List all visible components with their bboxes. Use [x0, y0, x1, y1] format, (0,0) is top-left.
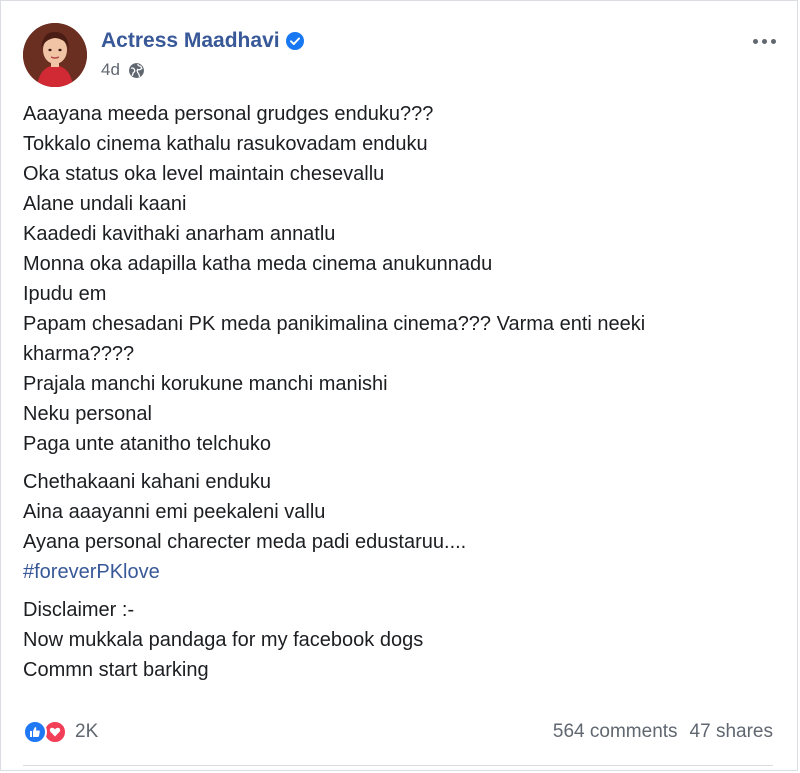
footer-divider	[23, 765, 773, 766]
post-line: Kaadedi kavithaki anarham annatlu	[23, 223, 336, 245]
post-line: Prajala manchi korukune manchi manishi	[23, 373, 388, 395]
post-meta: 4d	[101, 60, 145, 80]
more-options-icon[interactable]	[749, 31, 779, 51]
post-line: kharma????	[23, 343, 135, 365]
post-line: Neku personal	[23, 403, 152, 425]
post-footer: 2K 564 comments 47 shares	[23, 715, 773, 749]
facebook-post: Actress Maadhavi 4d Aaayana meeda person…	[0, 0, 798, 771]
post-line: Alane undali kaani	[23, 193, 187, 215]
shares-count-link[interactable]: 47 shares	[690, 721, 773, 743]
avatar[interactable]	[23, 23, 87, 87]
post-paragraph-3: Disclaimer :- Now mukkala pandaga for my…	[23, 595, 777, 685]
reaction-count: 2K	[75, 721, 99, 742]
post-line: Ayana personal charecter meda padi edust…	[23, 531, 467, 553]
post-line: Paga unte atanitho telchuko	[23, 433, 271, 455]
comments-count-link[interactable]: 564 comments	[553, 721, 678, 743]
author-row: Actress Maadhavi	[101, 29, 304, 53]
post-line: Monna oka adapilla katha meda cinema anu…	[23, 253, 493, 275]
author-name[interactable]: Actress Maadhavi	[101, 29, 280, 53]
post-paragraph-1: Aaayana meeda personal grudges enduku???…	[23, 99, 777, 459]
post-line: Papam chesadani PK meda panikimalina cin…	[23, 313, 646, 335]
post-header: Actress Maadhavi 4d	[23, 23, 797, 87]
post-line: Now mukkala pandaga for my facebook dogs	[23, 629, 424, 651]
post-line: Oka status oka level maintain chesevallu	[23, 163, 385, 185]
post-timestamp[interactable]: 4d	[101, 60, 120, 80]
hashtag-link[interactable]: #foreverPKlove	[23, 557, 777, 587]
post-line: Commn start barking	[23, 659, 209, 681]
post-line: Tokkalo cinema kathalu rasukovadam enduk…	[23, 133, 428, 155]
globe-icon	[128, 62, 144, 78]
post-line: Disclaimer :-	[23, 599, 135, 621]
post-line: Aina aaayanni emi peekaleni vallu	[23, 501, 326, 523]
post-line: Chethakaani kahani enduku	[23, 471, 271, 493]
engagement-stats: 564 comments 47 shares	[541, 721, 773, 743]
post-body: Aaayana meeda personal grudges enduku???…	[23, 99, 777, 693]
reactions-summary[interactable]: 2K	[23, 720, 98, 744]
post-paragraph-2: Chethakaani kahani enduku Aina aaayanni …	[23, 467, 777, 587]
verified-badge-icon	[285, 32, 304, 50]
post-line: Ipudu em	[23, 283, 107, 305]
like-icon	[23, 720, 47, 744]
post-line: Aaayana meeda personal grudges enduku???	[23, 103, 434, 125]
